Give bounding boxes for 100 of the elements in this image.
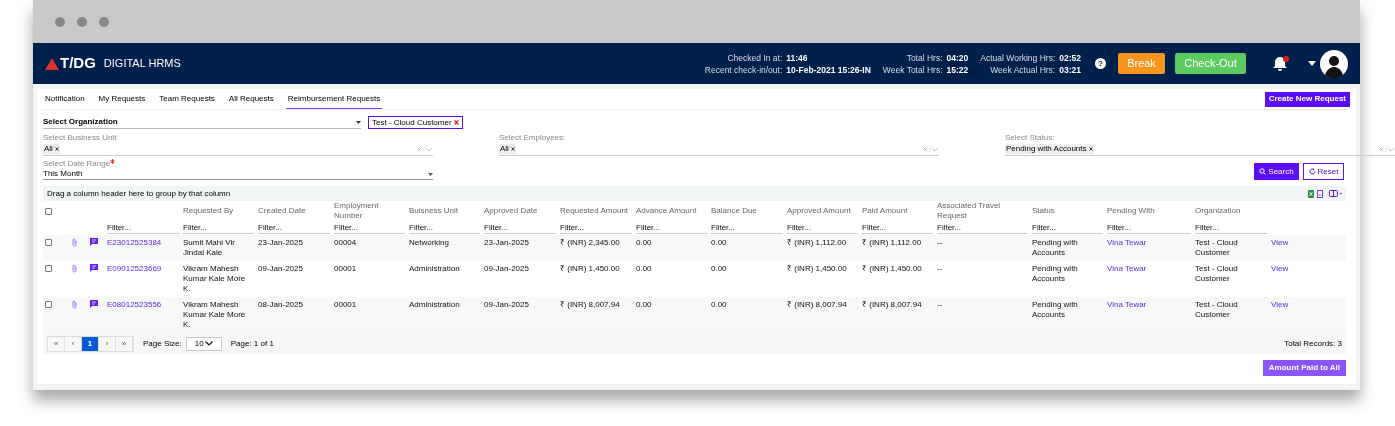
filter-field[interactable]: Filter... [560,222,633,234]
filter-field[interactable]: Filter... [183,222,255,234]
paperclip-icon[interactable] [72,238,77,247]
table-cell-text: Sumit Mahi Vir Jindal Kale [183,238,236,258]
filter-field[interactable]: Filter... [409,222,481,234]
column-header[interactable]: Balance Due [711,206,787,216]
avatar-icon[interactable] [1320,49,1348,78]
multi-select[interactable]: Pending with Accounts [1005,143,1395,156]
stat-label: Week Total Hrs: [882,63,943,76]
pager-button[interactable]: 1 [82,336,99,351]
filter-field[interactable]: Filter... [258,222,331,234]
table-link[interactable]: View [1271,238,1331,248]
column-header[interactable]: Employment Number [334,201,409,221]
row-checkbox[interactable] [45,301,52,308]
filter-field[interactable]: Filter... [334,222,406,234]
row-checkbox[interactable] [45,265,52,272]
field-value: This Month [43,168,83,180]
table-link[interactable]: Vina Tewar [1107,264,1195,274]
tab[interactable]: Notification [43,89,87,109]
help-button[interactable]: ? [1095,58,1106,69]
stat-label: Week Actual Hrs: [989,63,1056,76]
table-link[interactable]: Vina Tewar [1107,300,1195,310]
column-header[interactable]: Paid Amount [862,206,937,216]
chat-icon[interactable] [90,264,98,272]
remove-icon[interactable] [510,147,515,151]
table-cell-text: Test - Cloud Customer [1195,238,1239,258]
organization-select[interactable]: Select Organization [43,116,361,129]
column-header[interactable]: Created Date [258,206,334,216]
filter-field[interactable]: Filter... [107,222,180,234]
page-size-select[interactable]: 10 [185,336,222,351]
amount-paid-button[interactable]: Amount Paid to All [1262,360,1346,376]
tab[interactable]: All Requests [226,89,276,109]
table-link[interactable]: View [1271,300,1331,310]
multi-select[interactable]: All [499,143,939,156]
stat-value: 03:21 [1059,63,1081,76]
column-header[interactable]: Requested By [183,206,258,216]
tab[interactable]: Reimbursement Requests [285,89,383,109]
table-cell-text: -- [937,300,944,310]
page-info: Page: 1 of 1 [230,337,274,350]
total-records: Total Records: 3 [1284,337,1342,350]
column-header[interactable]: Status [1032,206,1107,216]
remove-icon[interactable] [54,147,59,151]
pdf-icon[interactable] [1317,189,1323,198]
caret-icon[interactable] [1308,61,1316,66]
filter-field[interactable]: Filter... [787,222,859,234]
table-cell-text: 00001 [334,264,358,274]
column-header[interactable]: Approved Amount [787,206,862,216]
filter-field[interactable]: Filter... [1195,222,1268,234]
column-header[interactable]: Pending With [1107,206,1195,216]
field-label: Select Organization [43,116,118,128]
columns-icon[interactable] [1329,190,1342,197]
filter-field[interactable]: Filter... [636,222,708,234]
multi-select[interactable]: All [43,143,433,156]
search-button[interactable]: Search [1254,163,1299,180]
table-cell-text: 0.00 [711,238,728,248]
filter-field[interactable]: Filter... [937,222,1028,234]
stat-value: 04:20 [946,51,969,64]
dropdown-arrow-icon [428,172,433,176]
filter-field[interactable]: Filter... [862,222,934,234]
bell-icon[interactable] [1272,54,1290,73]
group-hint: Drag a column header here to group by that column [47,187,231,200]
row-checkbox[interactable] [45,239,52,246]
column-header[interactable]: Requested Amount [560,206,636,216]
chat-icon[interactable] [90,238,98,246]
table-cell-text: ₹ (INR) 1,450.00 [787,264,848,274]
table-link[interactable]: E09012523669 [107,264,183,274]
table-cell-text: ₹ (INR) 8,007.94 [862,300,923,310]
select-all-checkbox[interactable] [45,207,52,215]
field-label: Select Employees: [499,133,567,143]
table-cell-text: Administration [409,264,461,274]
tab[interactable]: My Requests [96,89,148,109]
chat-icon[interactable] [90,300,98,308]
filter-field[interactable]: Filter... [711,222,784,234]
column-header[interactable]: Advance Amount [636,206,711,216]
create-request-button[interactable]: Create New Request [1264,91,1350,107]
filter-field[interactable]: Filter... [484,222,557,234]
paperclip-icon[interactable] [72,264,77,273]
table-cell-text: 0.00 [636,264,653,274]
excel-icon[interactable] [1308,189,1314,198]
table-cell-text: Administration [409,300,461,310]
filter-field[interactable]: Filter... [1032,222,1104,234]
remove-icon[interactable] [453,120,459,125]
table-link[interactable]: View [1271,264,1331,274]
paperclip-icon[interactable] [72,300,77,309]
field-label: Select Status: [1005,133,1056,143]
reset-button[interactable]: Reset [1303,163,1344,180]
filter-field[interactable]: Filter... [1107,222,1191,234]
remove-icon[interactable] [1088,147,1093,151]
column-header[interactable]: Approved Date [484,206,560,216]
column-header[interactable]: Buisness Unit [409,206,484,216]
table-link[interactable]: Vina Tewar [1107,238,1195,248]
page-size-label: Page Size: [143,337,182,350]
column-header[interactable]: Organization [1195,206,1271,216]
table-link[interactable]: E08012523556 [107,300,183,310]
column-header[interactable]: Associated Travel Request [937,201,1032,221]
table-cell-text: Pending with Accounts [1032,238,1079,258]
table-link[interactable]: E23012525384 [107,238,183,248]
logo-text: T/DG [60,53,96,74]
tab[interactable]: Team Requests [157,89,217,109]
date-range-select[interactable]: This Month [43,169,433,180]
